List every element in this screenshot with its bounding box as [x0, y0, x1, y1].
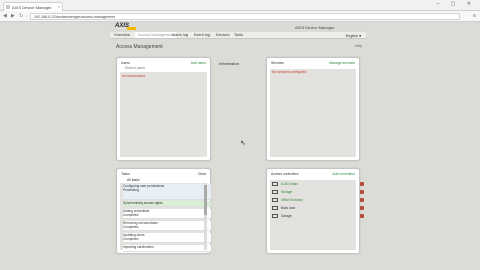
task-status: Processing	[123, 188, 139, 192]
services-list: No services configured	[270, 69, 356, 157]
logo-stripe	[127, 27, 136, 30]
task-item[interactable]: Adding credentials Completed	[123, 209, 211, 219]
controller-label: Back door	[281, 206, 296, 210]
app-title: AXIS Device Manager	[295, 25, 335, 30]
task-status: Completed	[123, 237, 139, 241]
tasks-list: Configuring user permissions Processing …	[120, 183, 211, 252]
browser-toolbar: ◀ ▶ ↻ 192.168.0.12/devicemanager/access-…	[0, 11, 480, 22]
services-panel-header: Services	[271, 61, 285, 65]
controllers-panel: Access controllers Add controllers A1001…	[266, 168, 364, 254]
tasks-filter[interactable]: All tasks	[127, 178, 140, 182]
browser-menu-icon[interactable]: ≡	[473, 13, 476, 19]
users-search[interactable]: Search users	[125, 66, 145, 70]
language-select[interactable]: English ▾	[346, 33, 361, 38]
controller-icon	[272, 206, 278, 211]
controller-item[interactable]: A1001 Main	[272, 182, 364, 187]
controllers-panel-header: Access controllers	[271, 172, 299, 176]
help-link[interactable]: Help	[355, 44, 362, 48]
address-bar[interactable]: 192.168.0.12/devicemanager/access-manage…	[30, 13, 460, 20]
manage-services-link[interactable]: Manage services	[329, 61, 355, 65]
remove-icon[interactable]	[360, 190, 364, 194]
information-label: Information	[219, 61, 240, 66]
task-item[interactable]: Updating doors Completed	[123, 233, 211, 243]
controller-item[interactable]: Storage	[272, 190, 364, 195]
controller-label: Garage	[281, 214, 292, 218]
remove-icon[interactable]	[360, 206, 364, 210]
nav-tools[interactable]: Tools	[234, 33, 243, 37]
tab-title: AXIS Device Manager	[12, 5, 52, 10]
services-panel: Services Manage services No services con…	[266, 57, 360, 161]
controller-icon	[272, 190, 278, 195]
remove-icon[interactable]	[360, 182, 364, 186]
back-icon[interactable]: ◀	[3, 13, 7, 19]
controller-label: A1001 Main	[281, 182, 299, 186]
remove-icon[interactable]	[360, 198, 364, 202]
controller-label: Storage	[281, 190, 293, 194]
task-status: Completed	[123, 225, 139, 229]
controller-item[interactable]: Office Entrance	[272, 198, 364, 203]
reload-icon[interactable]: ↻	[19, 13, 23, 19]
controller-icon	[272, 214, 278, 219]
controller-icon	[272, 198, 278, 203]
nav-access-management[interactable]: Access Management	[135, 32, 177, 38]
window-controls[interactable]: – ▢ ✕	[437, 1, 476, 7]
nav-devices[interactable]: Devices	[216, 33, 230, 37]
forward-icon[interactable]: ▶	[11, 13, 15, 19]
users-alert: No users found	[122, 74, 145, 78]
users-panel: Users Add users Search users No users fo…	[116, 57, 211, 161]
task-item[interactable]: Importing cardholders	[123, 245, 211, 252]
tasks-panel: Tasks Clear All tasks Configuring user p…	[116, 168, 211, 254]
nav-event-log[interactable]: Event log	[194, 33, 210, 37]
browser-tabbar: AXIS Device Manager × – ▢ ✕	[0, 0, 480, 11]
app-header: AXIS AXIS Device Manager	[110, 22, 366, 32]
main-nav: Overview Access Management Alarm log Eve…	[110, 32, 366, 39]
controller-item[interactable]: Back door	[272, 206, 364, 211]
tasks-scrollbar[interactable]	[204, 183, 207, 250]
controllers-list: A1001 Main Storage Office Entrance Back …	[270, 180, 364, 250]
task-title: Synchronizing access rights	[123, 201, 163, 205]
tasks-panel-header: Tasks	[121, 172, 130, 176]
clear-tasks-button[interactable]: Clear	[198, 172, 206, 176]
mouse-cursor-icon: ⇖	[240, 140, 246, 147]
add-controllers-link[interactable]: Add controllers	[332, 172, 355, 176]
task-item[interactable]: Synchronizing access rights	[123, 201, 211, 207]
add-users-link[interactable]: Add users	[191, 61, 206, 65]
browser-tab[interactable]: AXIS Device Manager ×	[3, 2, 63, 11]
close-tab-icon[interactable]: ×	[58, 4, 60, 9]
nav-overview[interactable]: Overview	[114, 33, 130, 37]
controller-icon	[272, 182, 278, 187]
task-status: Completed	[123, 213, 139, 217]
task-title: Importing cardholders	[123, 245, 154, 249]
favicon-icon	[6, 5, 10, 9]
tasks-scrollbar-thumb[interactable]	[204, 185, 207, 215]
task-item[interactable]: Removing old schedules Completed	[123, 221, 211, 231]
controller-item[interactable]: Garage	[272, 214, 364, 219]
users-list: No users found	[120, 72, 207, 157]
nav-alarm-log[interactable]: Alarm log	[172, 33, 188, 37]
remove-icon[interactable]	[360, 214, 364, 218]
task-item[interactable]: Configuring user permissions Processing	[123, 184, 211, 200]
controller-label: Office Entrance	[281, 198, 303, 202]
users-panel-header: Users	[121, 61, 130, 65]
page-title: Access Management	[116, 44, 163, 50]
services-alert: No services configured	[272, 70, 307, 74]
